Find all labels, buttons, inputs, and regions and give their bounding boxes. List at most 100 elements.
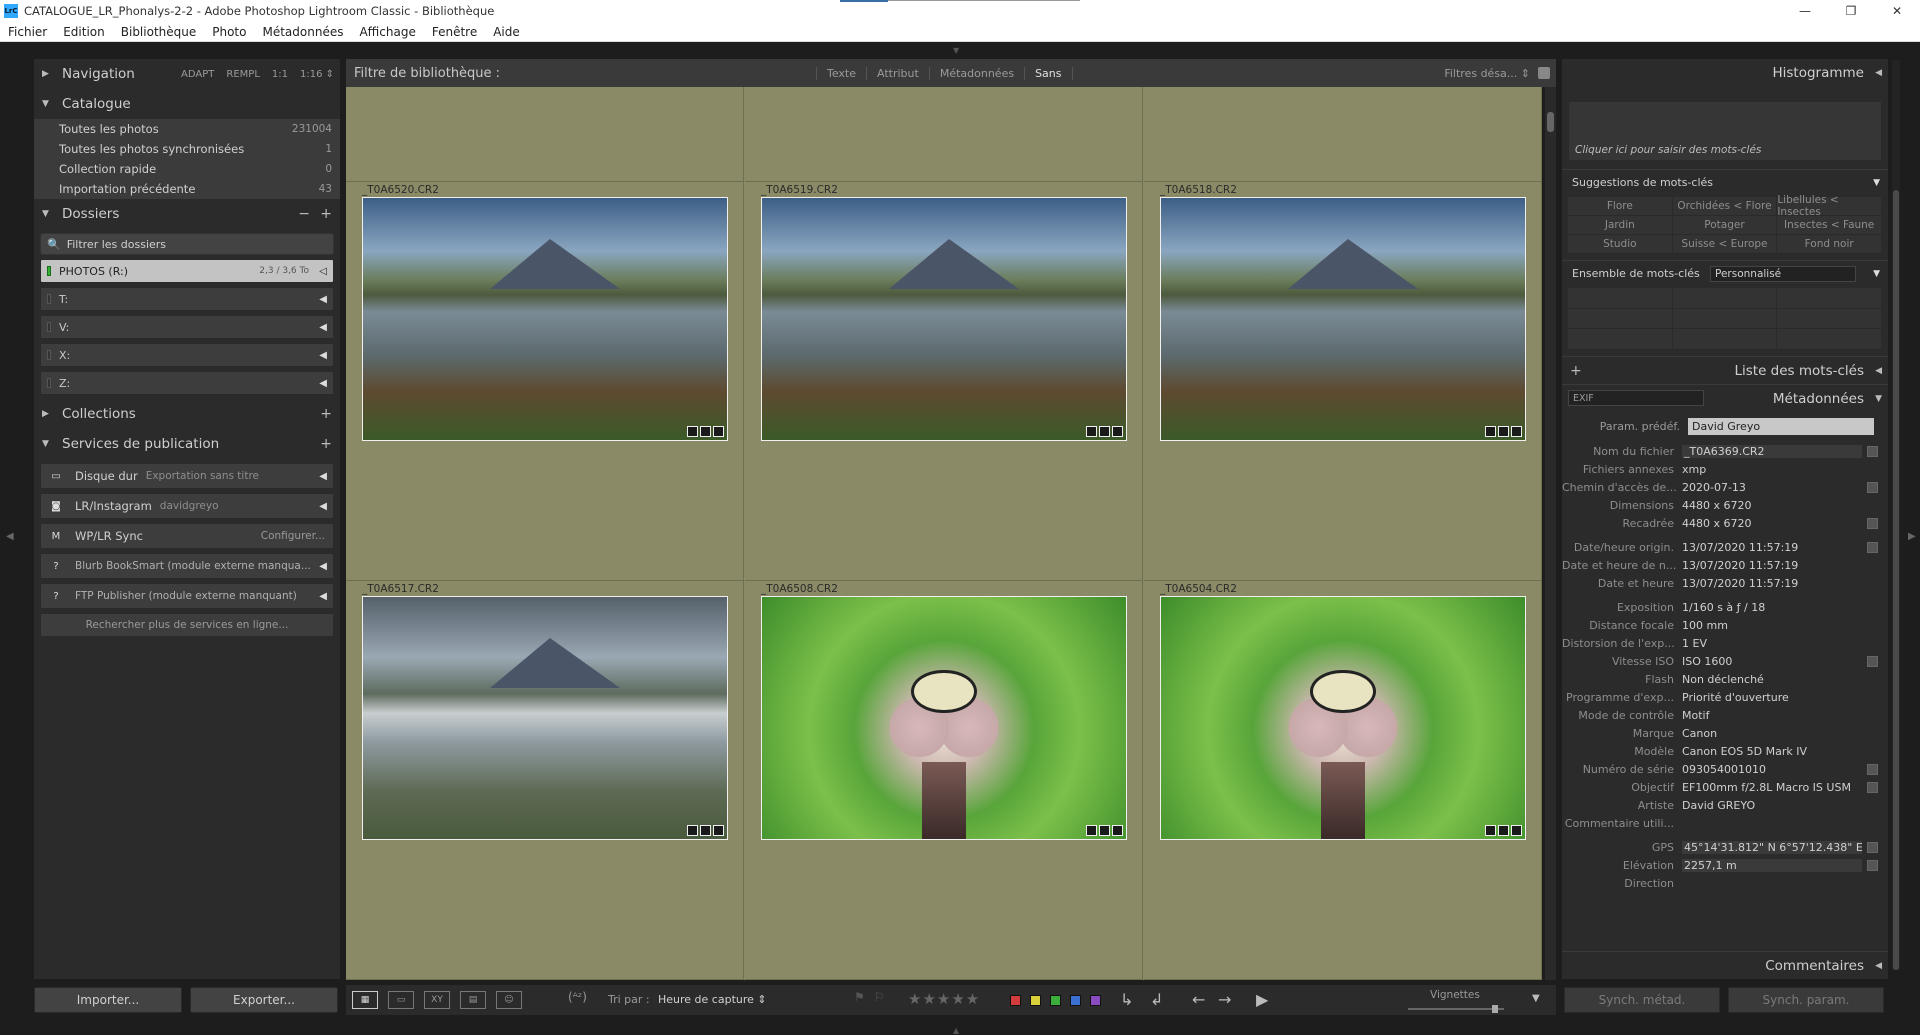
keyword-set-cell[interactable]	[1777, 308, 1882, 330]
keyword-list-header[interactable]: + Liste des mots-clés ◀	[1562, 356, 1888, 384]
metadata-action-icon[interactable]	[1867, 763, 1878, 775]
maximize-button[interactable]: ❐	[1828, 0, 1874, 22]
zoom-1-1[interactable]: 1:1	[272, 69, 288, 80]
zoom-custom[interactable]: 1:16 ⇕	[300, 69, 334, 80]
close-button[interactable]: ✕	[1874, 0, 1920, 22]
keyword-set-cell[interactable]	[1777, 288, 1882, 309]
keyword-badge-icon[interactable]	[1086, 825, 1097, 836]
metadata-header[interactable]: EXIF Métadonnées ▼	[1562, 384, 1888, 412]
menu-photo[interactable]: Photo	[204, 25, 254, 39]
loupe-view-icon[interactable]: ▭	[388, 991, 414, 1009]
grid-cell[interactable]: _T0A6517.CR2	[346, 581, 744, 980]
color-label-green[interactable]	[1050, 995, 1061, 1006]
keyword-badge-icon[interactable]	[1485, 426, 1496, 437]
rating-stars[interactable]: ★★★★★	[908, 990, 980, 1008]
metadata-value[interactable]: 2257,1 m	[1682, 858, 1862, 872]
people-view-icon[interactable]: ☺	[496, 991, 522, 1009]
volume-z[interactable]: Z: ◀	[40, 371, 334, 395]
catalogue-row-all[interactable]: Toutes les photos 231004	[34, 119, 340, 139]
export-button[interactable]: Exporter...	[190, 987, 338, 1013]
catalogue-header[interactable]: ▼ Catalogue	[34, 89, 340, 119]
keyword-suggestion[interactable]: Libellules < Insectes	[1777, 194, 1882, 218]
photo-thumbnail[interactable]	[761, 596, 1127, 840]
color-label-yellow[interactable]	[1030, 995, 1041, 1006]
service-instagram[interactable]: ◙ LR/Instagram davidgreyo ◀	[40, 493, 334, 519]
add-folder-icon[interactable]: +	[320, 206, 332, 222]
metadata-preset-select[interactable]: David Greyo	[1688, 417, 1874, 435]
metadata-badge-icon[interactable]	[700, 426, 711, 437]
keyword-suggestion[interactable]: Potager	[1672, 216, 1778, 235]
volume-t[interactable]: T: ◀	[40, 287, 334, 311]
sort-select[interactable]: Heure de capture ⇕	[658, 993, 767, 1006]
metadata-value[interactable]: _T0A6369.CR2	[1682, 444, 1862, 458]
menu-bibliotheque[interactable]: Bibliothèque	[113, 25, 205, 39]
add-collection-icon[interactable]: +	[320, 406, 332, 422]
service-ftp[interactable]: ? FTP Publisher (module externe manquant…	[40, 583, 334, 609]
menu-aide[interactable]: Aide	[485, 25, 528, 39]
services-header[interactable]: ▼ Services de publication +	[34, 429, 340, 459]
lock-icon[interactable]	[1538, 67, 1550, 79]
top-panel-toggle-icon[interactable]: ▼	[953, 46, 959, 55]
metadata-action-icon[interactable]	[1867, 655, 1878, 667]
metadata-badge-icon[interactable]	[1099, 825, 1110, 836]
right-panel-toggle-icon[interactable]: ▶	[1908, 531, 1916, 542]
photo-thumbnail[interactable]	[761, 197, 1127, 441]
keyword-entry-box[interactable]: Cliquer ici pour saisir des mots-clés	[1568, 101, 1882, 161]
thumbnail-size-handle[interactable]	[1492, 1005, 1498, 1013]
filter-tab-metadonnees[interactable]: Métadonnées	[928, 66, 1024, 80]
menu-edition[interactable]: Edition	[55, 25, 113, 39]
rotate-left-icon[interactable]: ↳	[1120, 990, 1133, 1009]
filter-presets-select[interactable]: Filtres désa... ⇕	[1444, 67, 1530, 80]
volume-arrow-icon[interactable]: ◀	[319, 378, 327, 389]
keyword-suggestion[interactable]: Insectes < Faune	[1777, 216, 1882, 235]
flag-icon[interactable]: ⚑	[854, 990, 865, 1004]
develop-badge-icon[interactable]	[1511, 426, 1522, 437]
keyword-set-cell[interactable]	[1568, 308, 1673, 330]
photo-thumbnail[interactable]	[362, 596, 728, 840]
grid-cell[interactable]	[346, 87, 744, 182]
keyword-set-cell[interactable]	[1568, 288, 1673, 309]
metadata-badge-icon[interactable]	[700, 825, 711, 836]
volume-arrow-icon[interactable]: ◀	[319, 322, 327, 333]
reject-flag-icon[interactable]: ⚐	[874, 990, 885, 1004]
rotate-right-icon[interactable]: ↲	[1150, 990, 1163, 1009]
metadata-action-icon[interactable]	[1867, 445, 1878, 457]
menu-affichage[interactable]: Affichage	[351, 25, 423, 39]
photo-thumbnail[interactable]	[1160, 596, 1526, 840]
volume-arrow-icon[interactable]: ◀	[319, 350, 327, 361]
keyword-suggestion[interactable]: Orchidées < Flore	[1672, 197, 1778, 216]
filter-tab-sans[interactable]: Sans	[1024, 66, 1073, 80]
color-label-red[interactable]	[1010, 995, 1021, 1006]
develop-badge-icon[interactable]	[1112, 426, 1123, 437]
keyword-badge-icon[interactable]	[1086, 426, 1097, 437]
collections-header[interactable]: ▶ Collections +	[34, 399, 340, 429]
metadata-action-icon[interactable]	[1867, 841, 1878, 853]
keyword-badge-icon[interactable]	[687, 426, 698, 437]
grid-cell[interactable]	[1144, 87, 1542, 182]
metadata-action-icon[interactable]	[1867, 781, 1878, 793]
metadata-action-icon[interactable]	[1867, 541, 1878, 553]
toolbar-menu-icon[interactable]: ▼	[1532, 993, 1540, 1004]
service-arrow-icon[interactable]: ◀	[319, 471, 327, 482]
keyword-suggestion[interactable]: Fond noir	[1777, 235, 1882, 254]
find-more-services-button[interactable]: Rechercher plus de services en ligne...	[40, 613, 334, 637]
develop-badge-icon[interactable]	[713, 825, 724, 836]
grid-cell[interactable]	[745, 87, 1143, 182]
metadata-action-icon[interactable]	[1867, 481, 1878, 493]
metadata-view-select[interactable]: EXIF	[1568, 390, 1704, 406]
keyword-suggestion[interactable]: Jardin	[1568, 216, 1673, 235]
comments-header[interactable]: Commentaires ◀	[1562, 951, 1888, 979]
volume-photos[interactable]: PHOTOS (R:) 2,3 / 3,6 To ◁	[40, 259, 334, 283]
menu-fichier[interactable]: Fichier	[0, 25, 55, 39]
keyword-set-cell[interactable]	[1672, 288, 1778, 309]
left-panel-toggle-icon[interactable]: ◀	[6, 531, 14, 542]
catalogue-row-synced[interactable]: Toutes les photos synchronisées 1	[34, 139, 340, 159]
service-arrow-icon[interactable]: ◀	[319, 561, 327, 572]
metadata-action-icon[interactable]	[1867, 859, 1878, 871]
keyword-set-cell[interactable]	[1672, 308, 1778, 330]
volume-v[interactable]: V: ◀	[40, 315, 334, 339]
add-keyword-icon[interactable]: +	[1570, 363, 1582, 379]
metadata-value[interactable]: 45°14'31.812" N 6°57'12.438" E	[1682, 840, 1863, 854]
menu-fenetre[interactable]: Fenêtre	[424, 25, 485, 39]
zoom-adapt[interactable]: ADAPT	[181, 69, 214, 80]
